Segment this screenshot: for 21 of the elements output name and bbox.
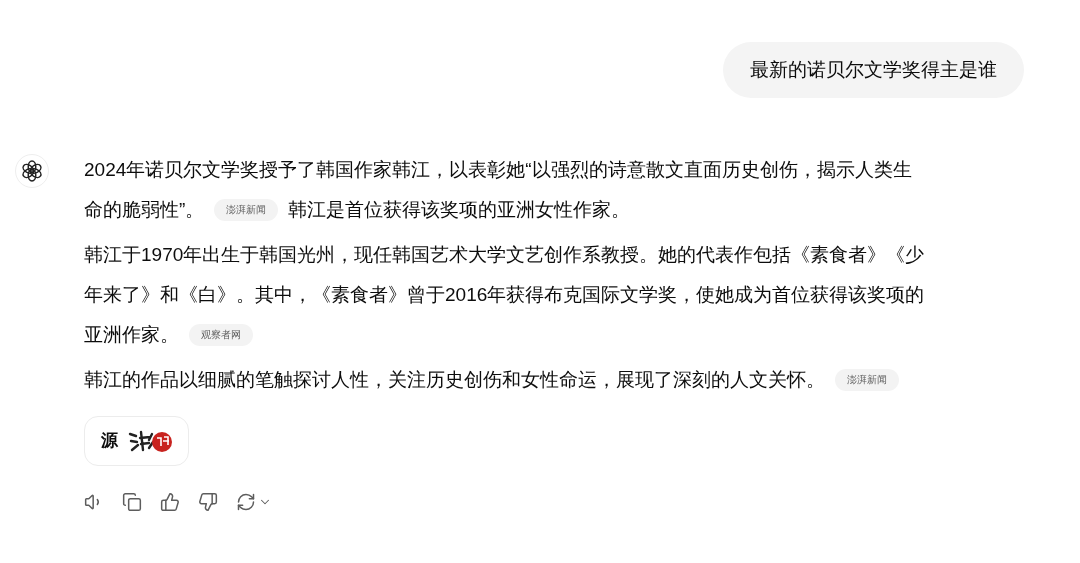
answer-text: 韩江的作品以细腻的笔触探讨人性，关注历史创伤和女性命运，展现了深刻的人文关怀。 — [84, 368, 825, 392]
thumbs-up-icon — [160, 492, 180, 512]
answer-text: 命的脆弱性”。 — [84, 198, 205, 222]
user-message-bubble: 最新的诺贝尔文学奖得主是谁 — [723, 42, 1024, 98]
answer-text: 亚洲作家。 — [84, 323, 179, 347]
citation-link[interactable]: 澎湃新闻 — [214, 199, 279, 221]
refresh-icon — [236, 492, 256, 512]
copy-icon — [122, 492, 142, 512]
thumbs-down-button[interactable] — [198, 492, 218, 512]
answer-text: 韩江于1970年出生于韩国光州，现任韩国艺术大学文艺创作系教授。她的代表作包括《素食者》《少 — [84, 243, 925, 267]
copy-button[interactable] — [122, 492, 142, 512]
answer-text: 韩江是首位获得该奖项的亚洲女性作家。 — [288, 198, 631, 222]
thumbs-down-icon — [198, 492, 218, 512]
sources-button[interactable]: 源 — [84, 416, 189, 466]
source-logo-icon — [128, 428, 172, 454]
citation-link[interactable]: 澎湃新闻 — [835, 369, 899, 391]
regenerate-button[interactable] — [236, 492, 272, 512]
answer-text: 年来了》和《白》。其中，《素食者》曾于2016年获得布克国际文学奖，使她成为首位获得该奖项的 — [84, 283, 925, 307]
thumbs-up-button[interactable] — [160, 492, 180, 512]
answer-text: 2024年诺贝尔文学奖授予了韩国作家韩江，以表彰她“以强烈的诗意散文直面历史创伤，揭示人类生 — [84, 158, 912, 182]
citation-link[interactable]: 观察者网 — [189, 324, 253, 346]
